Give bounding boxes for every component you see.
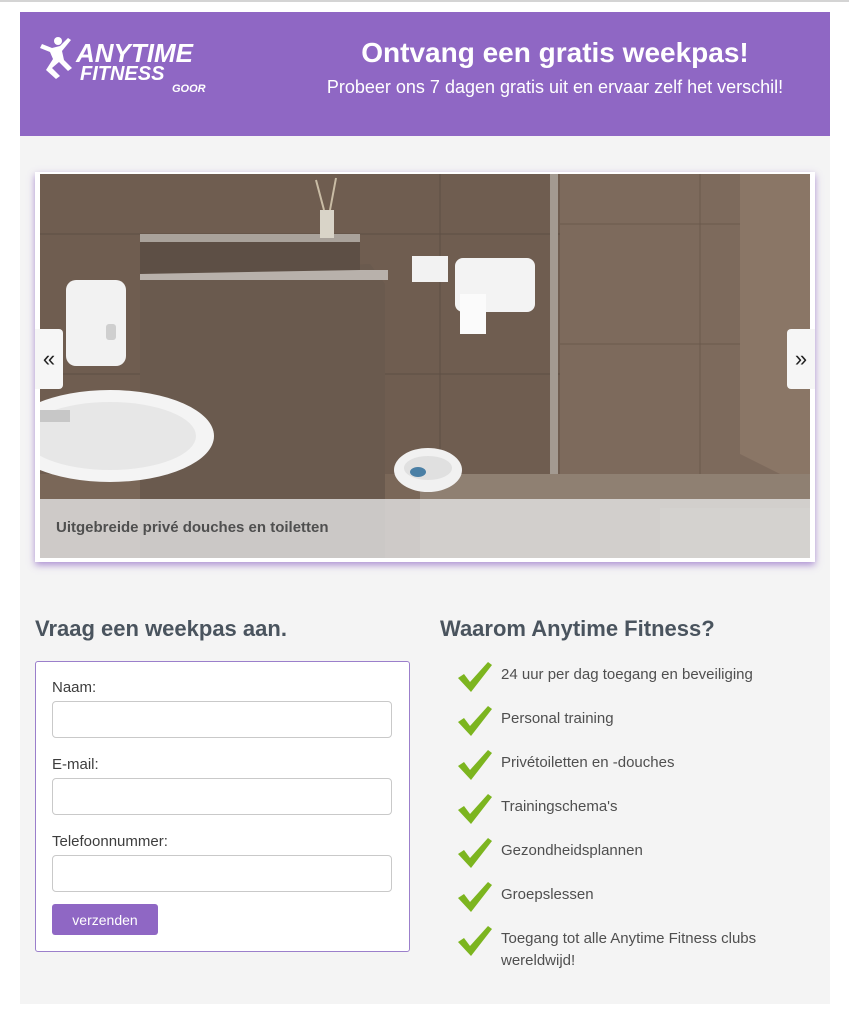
benefit-text: Gezondheidsplannen [501,842,643,859]
benefit-text: 24 uur per dag toegang en beveiliging [501,666,753,683]
email-input[interactable] [52,778,392,815]
top-divider [0,0,849,2]
name-input[interactable] [52,701,392,738]
slide-caption: Uitgebreide privé douches en toiletten [56,519,329,536]
check-icon [458,926,492,956]
check-icon [458,794,492,824]
logo-text-location: GOOR [172,83,206,94]
check-icon [458,838,492,868]
check-icon [458,662,492,692]
form-heading: Vraag een weekpas aan. [35,616,287,641]
header-banner: ANYTIME FITNESS GOOR Ontvang een gratis … [20,12,830,136]
benefit-item: Personal training [456,702,796,746]
check-icon [458,706,492,736]
benefit-item: Groepslessen [456,878,796,922]
slider-next-button[interactable]: » [787,329,815,389]
benefit-text: Privétoiletten en -douches [501,754,675,771]
anytime-fitness-logo: ANYTIME FITNESS GOOR [40,37,206,94]
why-heading: Waarom Anytime Fitness? [440,616,715,641]
check-icon [458,750,492,780]
name-label: Naam: [52,679,97,696]
phone-input[interactable] [52,855,392,892]
email-label: E-mail: [52,756,99,773]
image-slider: Uitgebreide privé douches en toiletten «… [35,172,815,562]
page-title: Ontvang een gratis weekpas! [361,37,749,68]
benefit-item: Toegang tot alle Anytime Fitness clubs w… [456,922,796,969]
benefit-text: Personal training [501,710,614,727]
benefit-item: 24 uur per dag toegang en beveiliging [456,658,796,702]
benefit-text: Groepslessen [501,886,594,903]
weekpass-form: Naam: E-mail: Telefoonnummer: verzenden [35,661,410,952]
logo-text-fitness: FITNESS [80,63,165,85]
slider-prev-button[interactable]: « [35,329,63,389]
benefit-item: Gezondheidsplannen [456,834,796,878]
slide-caption-bar: Uitgebreide privé douches en toiletten [40,499,810,558]
benefits-list: 24 uur per dag toegang en beveiliging Pe… [456,658,796,969]
slide-image: Uitgebreide privé douches en toiletten [40,174,810,558]
benefit-text: Trainingschema's [501,798,618,815]
submit-button[interactable]: verzenden [52,904,158,935]
check-icon [458,882,492,912]
page-subtitle: Probeer ons 7 dagen gratis uit en ervaar… [326,77,784,97]
benefit-item: Privétoiletten en -douches [456,746,796,790]
phone-label: Telefoonnummer: [52,833,168,850]
benefit-text: Toegang tot alle Anytime Fitness clubs w… [501,930,757,969]
benefit-item: Trainingschema's [456,790,796,834]
